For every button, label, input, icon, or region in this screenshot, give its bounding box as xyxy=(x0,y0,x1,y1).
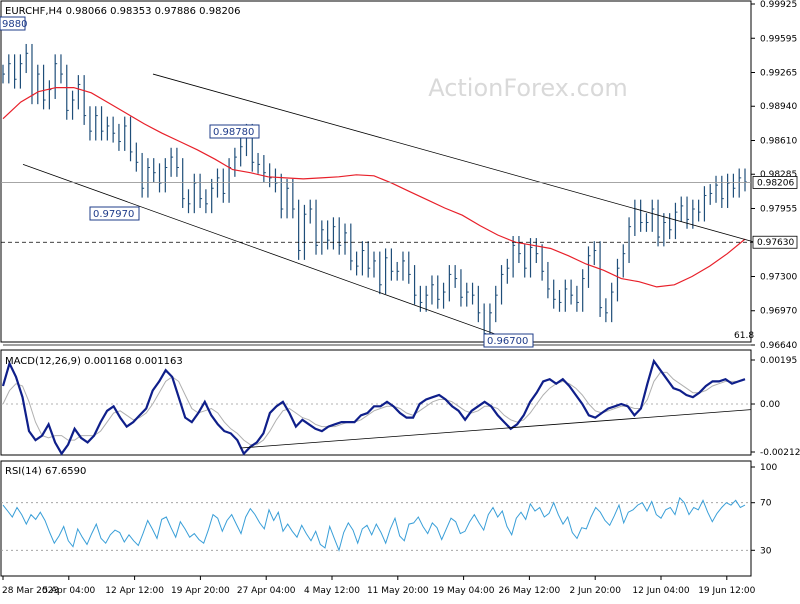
macd-y-tick-label: 0.00 xyxy=(760,400,780,410)
x-tick-label: 26 May 12:00 xyxy=(499,586,561,596)
annotation-swing-low-label: 0.97970 xyxy=(89,206,140,221)
price-y-tick-label: 0.98610 xyxy=(760,137,797,147)
x-tick-label: 19 Jun 12:00 xyxy=(698,586,755,596)
x-tick-label: 2 Jun 20:00 xyxy=(569,586,621,596)
rsi-y-tick-label: 100 xyxy=(760,463,777,473)
chart-window: ActionForex.com 0.99925 0.99595 0.99265 0.9… xyxy=(0,0,800,600)
x-tick-label: 19 Apr 20:00 xyxy=(171,586,230,596)
price-y-tick-label: 0.99265 xyxy=(760,69,797,79)
watermark: ActionForex.com xyxy=(428,74,628,102)
x-tick-label: 19 May 04:00 xyxy=(433,586,495,596)
fib-level-label: 61.8 xyxy=(734,331,754,341)
x-tick-label: 11 May 20:00 xyxy=(367,586,429,596)
x-tick-label: 12 Jun 04:00 xyxy=(632,586,689,596)
rsi-panel-title: RSI(14) 67.6590 xyxy=(5,466,86,477)
annotation-high-text: 9880 xyxy=(2,19,27,30)
annotation-high-label: 9880 xyxy=(0,16,27,31)
chart-canvas[interactable]: ActionForex.com 0.99925 0.99595 0.99265 0.9… xyxy=(0,0,800,600)
price-panel-title: EURCHF,H4 0.98066 0.98353 0.97886 0.9820… xyxy=(5,6,241,17)
rsi-y-tick-label: 30 xyxy=(760,546,772,556)
price-y-tick-label: 0.99595 xyxy=(760,34,797,44)
price-y-tick-label: 0.98940 xyxy=(760,102,797,112)
macd-y-tick-label: -0.002126 xyxy=(760,448,800,458)
price-y-tick-label: 0.99925 xyxy=(760,0,797,10)
price-y-tick-label: 0.97955 xyxy=(760,204,797,214)
annotation-low-text: 0.96700 xyxy=(487,336,528,347)
x-tick-label: 27 Apr 04:00 xyxy=(237,586,296,596)
x-tick-label: 12 Apr 12:00 xyxy=(105,586,164,596)
x-tick-label: 4 May 12:00 xyxy=(304,586,360,596)
macd-panel-title: MACD(12,26,9) 0.001168 0.001163 xyxy=(5,356,183,367)
annotation-low-label: 0.96700 xyxy=(483,333,534,348)
annotation-swing-low-text: 0.97970 xyxy=(93,209,134,220)
price-y-tick-label: 0.96970 xyxy=(760,307,797,317)
x-tick-label: 5 Apr 04:00 xyxy=(42,586,95,596)
price-level-label: 0.98206 xyxy=(757,178,794,188)
price-y-tick-label: 0.97300 xyxy=(760,272,797,282)
price-y-tick-label: 0.96640 xyxy=(760,341,797,351)
annotation-swing-high-label: 0.98780 xyxy=(209,124,260,139)
annotation-swing-high-text: 0.98780 xyxy=(213,127,254,138)
macd-y-tick-label: 0.00195 xyxy=(760,356,797,366)
rsi-y-tick-label: 70 xyxy=(760,499,772,509)
price-level-label: 0.97630 xyxy=(757,238,794,248)
